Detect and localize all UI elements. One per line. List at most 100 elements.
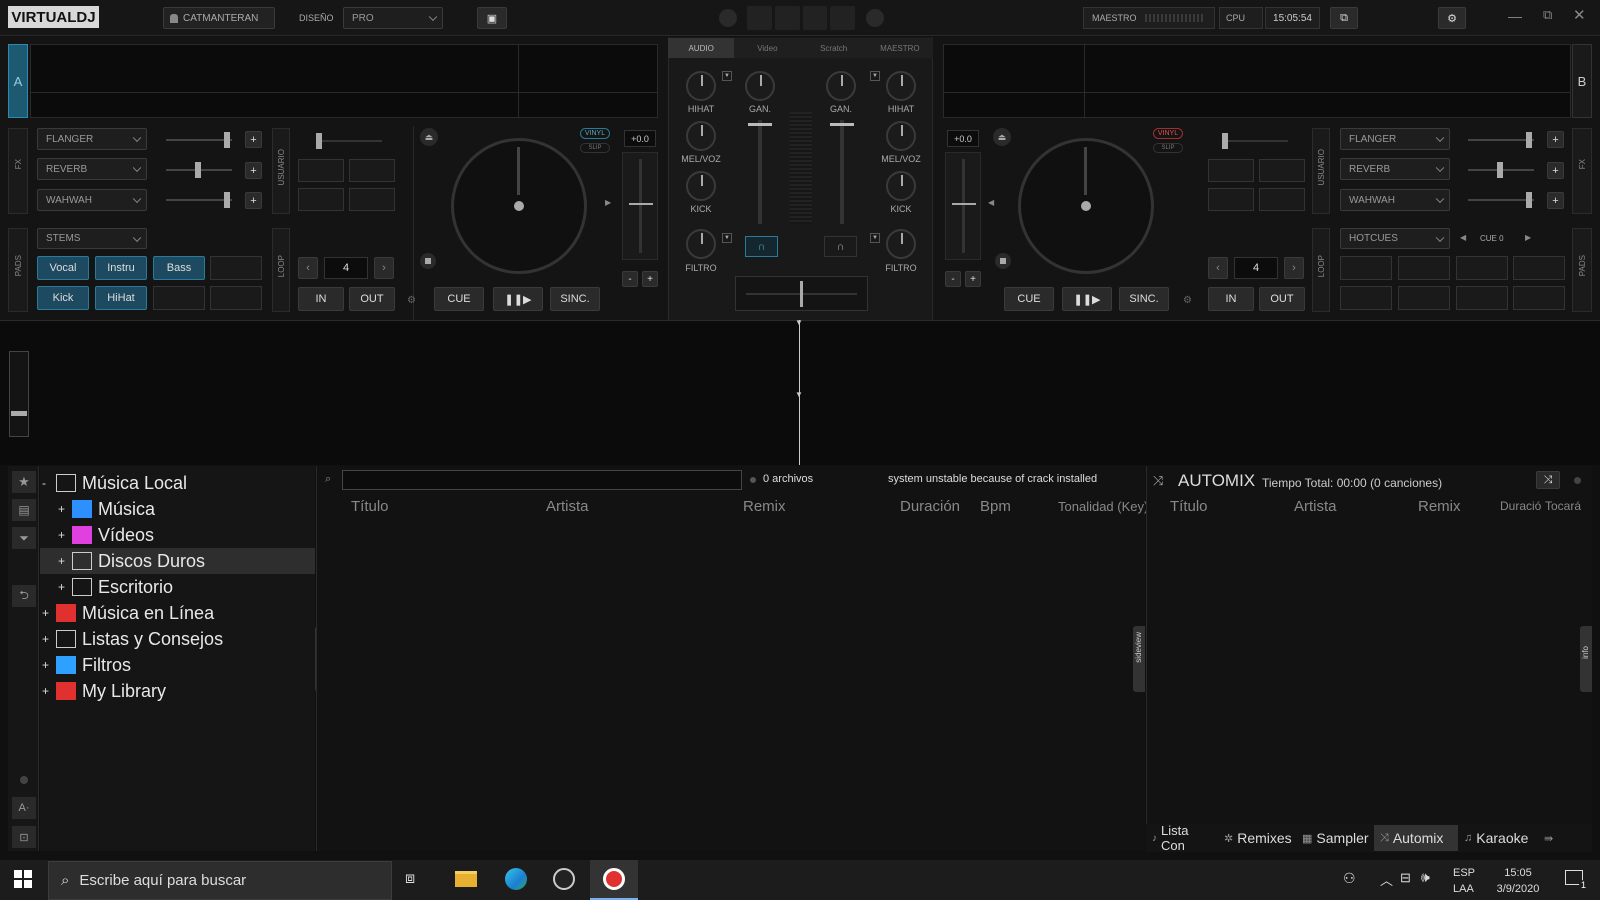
sideview-tab[interactable]: sideview <box>1133 626 1145 692</box>
loop-next-button[interactable]: › <box>374 257 394 279</box>
deck-a-cue-button[interactable]: CUE <box>434 287 484 311</box>
automix-column-remix[interactable]: Remix <box>1418 498 1461 515</box>
windows-start-icon[interactable] <box>14 870 32 888</box>
column-duration[interactable]: Duración <box>900 498 960 515</box>
volume-fader-b[interactable] <box>830 120 854 224</box>
usuario-slot[interactable] <box>1208 188 1254 211</box>
fx3-slider[interactable] <box>166 192 232 208</box>
taskbar-search[interactable]: ⌕ Escribe aquí para buscar <box>48 861 392 900</box>
deck-a-waveform[interactable] <box>30 44 658 118</box>
loop-prev-button[interactable]: ‹ <box>1208 257 1228 279</box>
deck-a-pitch-slider[interactable] <box>622 152 658 260</box>
fx2-add-button[interactable]: + <box>1547 162 1564 179</box>
fx2-slider[interactable] <box>1468 162 1534 178</box>
deck-a-sync-button[interactable]: SINC. <box>550 287 600 311</box>
record-dot-left[interactable] <box>719 9 737 27</box>
network-icon[interactable]: ⊟ <box>1400 870 1411 886</box>
deck-b-vinyl-button[interactable]: VINYL <box>1153 128 1183 139</box>
maximize-icon[interactable]: ⧉ <box>1543 7 1552 23</box>
gain-knob-b[interactable] <box>826 71 856 101</box>
gain-knob-a[interactable] <box>745 71 775 101</box>
hotcue-pad[interactable] <box>1340 286 1392 310</box>
loop-out-button[interactable]: OUT <box>349 287 395 311</box>
deck-a-stems-select[interactable]: STEMS <box>37 228 147 249</box>
fx1-add-button[interactable]: + <box>245 131 262 148</box>
record-dot-right[interactable] <box>866 9 884 27</box>
tree-item[interactable]: + Música <box>40 496 315 522</box>
deck-b-stop-icon[interactable] <box>995 253 1011 269</box>
tree-item[interactable]: + Música en Línea <box>40 600 315 626</box>
deck-a-settings-icon[interactable]: ⚙ <box>407 295 416 306</box>
slider-thumb[interactable] <box>1526 132 1532 148</box>
tab-audio[interactable]: AUDIO <box>668 38 735 58</box>
deck-a-vinyl-button[interactable]: VINYL <box>580 128 610 139</box>
tab-remixes[interactable]: ✲ Remixes <box>1218 825 1296 851</box>
fx3-slider[interactable] <box>1468 192 1534 208</box>
close-icon[interactable]: ✕ <box>1573 6 1586 24</box>
expand-icon[interactable]: + <box>42 606 52 620</box>
filter-knob-b[interactable] <box>886 229 916 259</box>
task-view-icon[interactable]: ⧈ <box>405 870 415 888</box>
slider-thumb[interactable] <box>1526 192 1532 208</box>
deck-b-fx3-select[interactable]: WAHWAH <box>1340 189 1450 211</box>
language-indicator[interactable]: ESP LAA <box>1453 865 1479 897</box>
fx3-add-button[interactable]: + <box>245 192 262 209</box>
deck-b-jog-wheel[interactable] <box>1018 138 1154 274</box>
usuario-slot[interactable] <box>1208 159 1254 182</box>
people-icon[interactable]: ⚇ <box>1343 870 1356 887</box>
deck-a-fx1-select[interactable]: FLANGER <box>37 128 147 150</box>
fx2-slider[interactable] <box>166 162 232 178</box>
volume-fader-a[interactable] <box>748 120 772 224</box>
loop-next-button[interactable]: › <box>1284 257 1304 279</box>
usuario-slot[interactable] <box>298 159 344 182</box>
slider-thumb[interactable] <box>224 132 230 148</box>
tab-maestro[interactable]: MAESTRO <box>867 38 933 58</box>
fx1-slider[interactable] <box>1468 132 1534 148</box>
deck-a-eject-icon[interactable]: ⏏ <box>420 128 438 146</box>
deck-b-hotcues-select[interactable]: HOTCUES <box>1340 228 1450 249</box>
automix-column-artist[interactable]: Artista <box>1294 498 1337 515</box>
hotcue-pad[interactable] <box>1513 286 1565 310</box>
pitch-minus-button[interactable]: - <box>622 271 638 287</box>
hihat-knob-a[interactable] <box>686 71 716 101</box>
minimize-icon[interactable]: — <box>1508 8 1522 24</box>
deck-a-stop-icon[interactable] <box>420 253 436 269</box>
kick-knob-a[interactable] <box>686 171 716 201</box>
headphone-icon[interactable]: ∩ <box>745 236 778 257</box>
deck-b-play-button[interactable]: ❚❚▶ <box>1062 287 1112 311</box>
cue-prev-icon[interactable]: ◀ <box>1460 233 1466 242</box>
usuario-slider[interactable] <box>316 133 382 149</box>
slider-thumb[interactable] <box>316 133 322 149</box>
layout-icon[interactable]: ⊡ <box>12 826 36 848</box>
expand-icon[interactable]: + <box>58 580 68 594</box>
tree-item[interactable]: - Música Local <box>40 470 315 496</box>
fx3-add-button[interactable]: + <box>1547 192 1564 209</box>
deck-b-pitch-slider[interactable] <box>945 152 981 260</box>
pad-hihat[interactable]: HiHat <box>95 286 147 310</box>
pad-bass[interactable]: Bass <box>153 256 205 280</box>
obs-icon[interactable] <box>553 868 575 890</box>
tab-sampler[interactable]: ▦ Sampler <box>1296 825 1374 851</box>
pad-empty[interactable] <box>210 256 262 280</box>
headphone-icon[interactable]: ∩ <box>824 236 857 257</box>
dropdown-arrow-icon[interactable]: ▼ <box>722 71 732 81</box>
deck-b-fx1-select[interactable]: FLANGER <box>1340 128 1450 150</box>
deck-a-slip-button[interactable]: SLIP <box>580 143 610 153</box>
deck-b-sync-button[interactable]: SINC. <box>1119 287 1169 311</box>
text-size-icon[interactable]: A· <box>12 797 36 819</box>
deck-a-fx3-select[interactable]: WAHWAH <box>37 189 147 211</box>
deck-b-eject-icon[interactable]: ⏏ <box>993 128 1011 146</box>
usuario-slot[interactable] <box>1259 159 1305 182</box>
virtualdj-taskbar-icon[interactable] <box>590 860 638 900</box>
deck-a-jog-wheel[interactable] <box>451 138 587 274</box>
zoom-thumb[interactable] <box>11 411 27 416</box>
slider-thumb[interactable] <box>1222 133 1228 149</box>
tree-item[interactable]: + Listas y Consejos <box>40 626 315 652</box>
hihat-knob-b[interactable] <box>886 71 916 101</box>
hotcue-pad[interactable] <box>1456 286 1508 310</box>
deck-b-waveform[interactable] <box>943 44 1571 118</box>
fx1-slider[interactable] <box>166 132 232 148</box>
fader-thumb[interactable] <box>830 123 854 126</box>
deck-b-letter[interactable]: B <box>1572 44 1592 118</box>
loop-prev-button[interactable]: ‹ <box>298 257 318 279</box>
